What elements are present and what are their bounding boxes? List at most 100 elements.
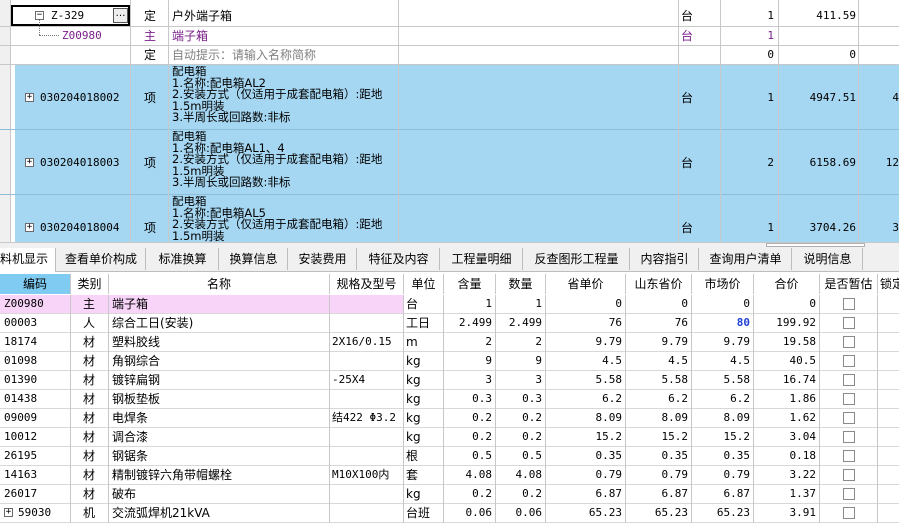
cell-market[interactable]: 0.79 (692, 468, 751, 482)
provisional-checkbox[interactable] (843, 469, 855, 481)
cell-total: 1.37 (789, 487, 817, 500)
col-sd-price-header[interactable]: 山东省价 (626, 274, 692, 294)
col-total-header[interactable]: 合价 (754, 274, 820, 294)
row1-name[interactable]: 户外端子箱 (172, 9, 232, 23)
table-row[interactable]: 01438 材 钢板垫板 kg 0.3 0.3 6.2 6.2 6.2 1.86 (0, 390, 899, 409)
col-lock-header[interactable]: 锁定 (878, 274, 899, 294)
table-row[interactable]: 01390 材镀锌扁钢 -25X4 kg 3 3 5.58 5.58 5.58 16.74 (0, 371, 899, 390)
tab-unit-price[interactable]: 查看单价构成 (57, 248, 146, 270)
expand-icon[interactable]: + (25, 158, 34, 167)
col-unit-header[interactable]: 单位 (404, 274, 444, 294)
cell-qty: 0.5 (522, 449, 542, 462)
provisional-checkbox[interactable] (843, 336, 855, 348)
cell-type: 材 (83, 449, 96, 463)
cell-prov: 65.23 (588, 506, 622, 519)
row3-name-hint[interactable]: 自动提示：请输入名称简称 (172, 48, 316, 62)
cell-unit: 台 (406, 297, 419, 311)
tab-quantity-detail[interactable]: 工程量明细 (441, 248, 523, 270)
tree-connector (39, 20, 40, 35)
cell-market[interactable]: 6.87 (692, 487, 751, 501)
row1-code: Z-329 (51, 9, 85, 22)
more-button[interactable]: … (113, 8, 128, 23)
cell-sd: 0.35 (661, 449, 689, 462)
provisional-checkbox[interactable] (843, 298, 855, 310)
tab-user-list[interactable]: 查询用户清单 (700, 248, 792, 270)
scrollbar-handle[interactable] (766, 243, 865, 247)
tab-notes[interactable]: 说明信息 (793, 248, 863, 270)
expand-icon[interactable]: + (25, 93, 34, 102)
provisional-checkbox[interactable] (843, 393, 855, 405)
column-divider (877, 371, 878, 390)
table-row[interactable]: 26195 材钢锯条根 0.5 0.5 0.35 0.35 0.35 0.18 (0, 447, 899, 466)
cell-total: 3.04 (789, 430, 817, 443)
cell-market[interactable]: 8.09 (692, 411, 751, 425)
provisional-checkbox[interactable] (843, 317, 855, 329)
table-row[interactable]: 10012 材调合漆 kg 0.2 0.2 15.2 15.2 15.2 3.04 (0, 428, 899, 447)
row6-extra: 3 (892, 221, 899, 234)
col-qty-header[interactable]: 数量 (496, 274, 546, 294)
table-row[interactable]: 18174 材塑料胶线 2X16/0.15 m 2 2 9.79 9.79 9.79 19.58 (0, 333, 899, 352)
col-type-header[interactable]: 类别 (71, 274, 109, 294)
tab-material-machine[interactable]: 料机显示 (0, 248, 56, 272)
desc-line: 3.半周长或回路数:非标 (172, 110, 291, 124)
table-row[interactable]: 26017 材破布 kg 0.2 0.2 6.87 6.87 6.87 1.37 (0, 485, 899, 504)
provisional-checkbox[interactable] (843, 412, 855, 424)
provisional-checkbox[interactable] (843, 488, 855, 500)
table-row[interactable]: 14163 材精制镀锌六角带帽螺栓 M10X100内套 4.08 4.08 0.79 0.7… (0, 466, 899, 485)
col-market-price-header[interactable]: 市场价 (692, 274, 754, 294)
col-code-header[interactable]: 编码 (0, 274, 71, 294)
cell-market[interactable]: 4.5 (692, 354, 750, 368)
col-name-header[interactable]: 名称 (109, 274, 330, 294)
cell-total: 0 (809, 297, 816, 310)
row1-price: 411.59 (816, 9, 856, 22)
cell-market[interactable]: 0.35 (692, 449, 751, 463)
cell-type: 人 (83, 316, 96, 330)
expand-icon[interactable]: + (25, 223, 34, 232)
tab-install-fee[interactable]: 安装费用 (289, 248, 357, 270)
cell-name: 破布 (112, 487, 137, 501)
tab-content-guide[interactable]: 内容指引 (631, 248, 699, 270)
col-spec-header[interactable]: 规格及型号 (330, 274, 404, 294)
table-row[interactable]: 01098 材 角钢综合 kg 9 9 4.5 4.5 4.5 40.5 (0, 352, 899, 371)
col-content-header[interactable]: 含量 (444, 274, 496, 294)
table-row[interactable]: 59030 机交流弧焊机21kVA 台班 0.06 0.06 65.23 65.23 65.2… (0, 504, 899, 523)
table-row[interactable]: Z00980 主端子箱台 1 1 0 0 0 0 (0, 295, 899, 314)
cell-market[interactable]: 0 (692, 297, 750, 311)
cell-market[interactable]: 80 (692, 316, 750, 330)
cell-qty: 3 (535, 373, 542, 386)
tab-graphic-quantity[interactable]: 反查图形工程量 (524, 248, 630, 270)
table-row[interactable]: 00003 人 综合工日(安装) 工日 2.499 2.499 76 76 80 199.92 (0, 314, 899, 333)
column-divider (877, 295, 878, 314)
cell-market[interactable]: 6.2 (692, 392, 750, 406)
expand-icon[interactable]: + (4, 508, 13, 517)
tab-features[interactable]: 特征及内容 (358, 248, 440, 270)
column-divider (329, 295, 330, 314)
cell-spec: -25X4 (332, 373, 366, 386)
tab-standard-conversion[interactable]: 标准换算 (147, 248, 219, 270)
cell-content: 3 (485, 373, 492, 386)
column-divider (819, 333, 820, 352)
col-prov-price-header[interactable]: 省单价 (546, 274, 626, 294)
cell-unit: kg (406, 411, 421, 425)
cell-total: 19.58 (782, 335, 816, 348)
row4-unit: 台 (681, 91, 694, 105)
row2-name[interactable]: 端子箱 (172, 29, 208, 43)
cell-unit: kg (406, 430, 421, 444)
provisional-checkbox[interactable] (843, 507, 855, 519)
table-row[interactable]: 09009 材电焊条 结422 Φ3.2 kg 0.2 0.2 8.09 8.09 8.09 1.… (0, 409, 899, 428)
provisional-checkbox[interactable] (843, 450, 855, 462)
cell-market[interactable]: 9.79 (692, 335, 751, 349)
tab-conversion-info[interactable]: 换算信息 (220, 248, 288, 270)
row2-code: Z00980 (62, 29, 102, 42)
collapse-icon[interactable]: − (35, 11, 44, 20)
col-provisional-header[interactable]: 是否暂估 (820, 274, 878, 294)
provisional-checkbox[interactable] (843, 355, 855, 367)
cell-unit: 根 (406, 449, 419, 463)
provisional-checkbox[interactable] (843, 431, 855, 443)
cell-type: 材 (83, 487, 96, 501)
cell-market[interactable]: 15.2 (692, 430, 751, 444)
provisional-checkbox[interactable] (843, 374, 855, 386)
row6-qty: 1 (767, 221, 774, 234)
cell-market[interactable]: 5.58 (692, 373, 751, 387)
cell-market[interactable]: 65.23 (692, 506, 750, 520)
